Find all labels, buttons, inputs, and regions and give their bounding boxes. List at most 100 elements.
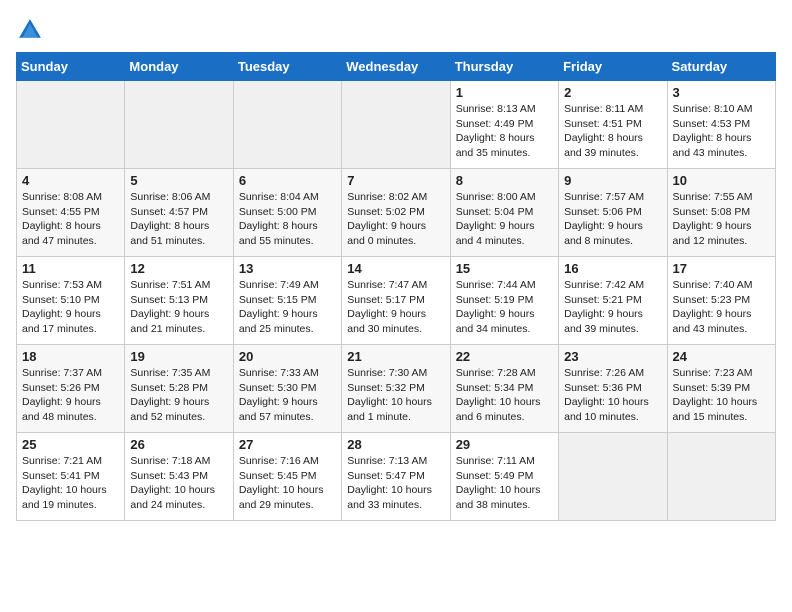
calendar-cell: 14 Sunrise: 7:47 AM Sunset: 5:17 PM Dayli… bbox=[342, 257, 450, 345]
day-number: 1 bbox=[456, 85, 553, 100]
calendar-cell: 16 Sunrise: 7:42 AM Sunset: 5:21 PM Dayli… bbox=[559, 257, 667, 345]
day-content: Sunrise: 7:37 AM Sunset: 5:26 PM Dayligh… bbox=[22, 366, 119, 425]
day-number: 16 bbox=[564, 261, 661, 276]
header-sunday: Sunday bbox=[17, 53, 125, 81]
day-content: Sunrise: 7:42 AM Sunset: 5:21 PM Dayligh… bbox=[564, 278, 661, 337]
day-content: Sunrise: 7:23 AM Sunset: 5:39 PM Dayligh… bbox=[673, 366, 770, 425]
calendar-week-row: 4 Sunrise: 8:08 AM Sunset: 4:55 PM Daylig… bbox=[17, 169, 776, 257]
day-content: Sunrise: 8:00 AM Sunset: 5:04 PM Dayligh… bbox=[456, 190, 553, 249]
header-monday: Monday bbox=[125, 53, 233, 81]
day-content: Sunrise: 8:04 AM Sunset: 5:00 PM Dayligh… bbox=[239, 190, 336, 249]
calendar-cell: 20 Sunrise: 7:33 AM Sunset: 5:30 PM Dayli… bbox=[233, 345, 341, 433]
calendar-cell: 6 Sunrise: 8:04 AM Sunset: 5:00 PM Daylig… bbox=[233, 169, 341, 257]
calendar-cell: 12Sunrise: 7:51 AM Sunset: 5:13 PM Dayli… bbox=[125, 257, 233, 345]
day-number: 14 bbox=[347, 261, 444, 276]
calendar-cell: 22 Sunrise: 7:28 AM Sunset: 5:34 PM Dayli… bbox=[450, 345, 558, 433]
calendar-cell bbox=[667, 433, 775, 521]
day-number: 11 bbox=[22, 261, 119, 276]
calendar-cell: 29 Sunrise: 7:11 AM Sunset: 5:49 PM Dayli… bbox=[450, 433, 558, 521]
day-content: Sunrise: 7:53 AM Sunset: 5:10 PM Dayligh… bbox=[22, 278, 119, 337]
day-number: 9 bbox=[564, 173, 661, 188]
day-number: 27 bbox=[239, 437, 336, 452]
day-content: Sunrise: 8:10 AM Sunset: 4:53 PM Dayligh… bbox=[673, 102, 770, 161]
calendar-cell bbox=[233, 81, 341, 169]
header-saturday: Saturday bbox=[667, 53, 775, 81]
day-number: 15 bbox=[456, 261, 553, 276]
day-content: Sunrise: 8:13 AM Sunset: 4:49 PM Dayligh… bbox=[456, 102, 553, 161]
calendar-cell: 10 Sunrise: 7:55 AM Sunset: 5:08 PM Dayli… bbox=[667, 169, 775, 257]
calendar-cell: 15 Sunrise: 7:44 AM Sunset: 5:19 PM Dayli… bbox=[450, 257, 558, 345]
day-content: Sunrise: 7:16 AM Sunset: 5:45 PM Dayligh… bbox=[239, 454, 336, 513]
header-friday: Friday bbox=[559, 53, 667, 81]
day-content: Sunrise: 7:57 AM Sunset: 5:06 PM Dayligh… bbox=[564, 190, 661, 249]
calendar-cell: 9 Sunrise: 7:57 AM Sunset: 5:06 PM Daylig… bbox=[559, 169, 667, 257]
day-content: Sunrise: 7:40 AM Sunset: 5:23 PM Dayligh… bbox=[673, 278, 770, 337]
day-content: Sunrise: 8:08 AM Sunset: 4:55 PM Dayligh… bbox=[22, 190, 119, 249]
day-number: 22 bbox=[456, 349, 553, 364]
calendar-table: SundayMondayTuesdayWednesdayThursdayFrid… bbox=[16, 52, 776, 521]
day-number: 24 bbox=[673, 349, 770, 364]
day-number: 18 bbox=[22, 349, 119, 364]
day-number: 23 bbox=[564, 349, 661, 364]
calendar-cell: 28Sunrise: 7:13 AM Sunset: 5:47 PM Dayli… bbox=[342, 433, 450, 521]
calendar-cell: 23 Sunrise: 7:26 AM Sunset: 5:36 PM Dayli… bbox=[559, 345, 667, 433]
calendar-cell bbox=[17, 81, 125, 169]
day-content: Sunrise: 8:02 AM Sunset: 5:02 PM Dayligh… bbox=[347, 190, 444, 249]
header-wednesday: Wednesday bbox=[342, 53, 450, 81]
calendar-cell: 4 Sunrise: 8:08 AM Sunset: 4:55 PM Daylig… bbox=[17, 169, 125, 257]
calendar-week-row: 11 Sunrise: 7:53 AM Sunset: 5:10 PM Dayli… bbox=[17, 257, 776, 345]
day-number: 21 bbox=[347, 349, 444, 364]
day-number: 29 bbox=[456, 437, 553, 452]
day-number: 13 bbox=[239, 261, 336, 276]
day-number: 2 bbox=[564, 85, 661, 100]
calendar-cell bbox=[559, 433, 667, 521]
calendar-cell: 27 Sunrise: 7:16 AM Sunset: 5:45 PM Dayli… bbox=[233, 433, 341, 521]
day-number: 20 bbox=[239, 349, 336, 364]
day-number: 17 bbox=[673, 261, 770, 276]
day-content: Sunrise: 7:44 AM Sunset: 5:19 PM Dayligh… bbox=[456, 278, 553, 337]
day-number: 10 bbox=[673, 173, 770, 188]
calendar-cell: 18 Sunrise: 7:37 AM Sunset: 5:26 PM Dayli… bbox=[17, 345, 125, 433]
day-content: Sunrise: 8:06 AM Sunset: 4:57 PM Dayligh… bbox=[130, 190, 227, 249]
header-tuesday: Tuesday bbox=[233, 53, 341, 81]
day-number: 8 bbox=[456, 173, 553, 188]
calendar-week-row: 1 Sunrise: 8:13 AM Sunset: 4:49 PM Daylig… bbox=[17, 81, 776, 169]
calendar-header-row: SundayMondayTuesdayWednesdayThursdayFrid… bbox=[17, 53, 776, 81]
day-number: 25 bbox=[22, 437, 119, 452]
calendar-cell bbox=[125, 81, 233, 169]
day-content: Sunrise: 7:55 AM Sunset: 5:08 PM Dayligh… bbox=[673, 190, 770, 249]
calendar-cell bbox=[342, 81, 450, 169]
calendar-cell: 25 Sunrise: 7:21 AM Sunset: 5:41 PM Dayli… bbox=[17, 433, 125, 521]
calendar-cell: 11 Sunrise: 7:53 AM Sunset: 5:10 PM Dayli… bbox=[17, 257, 125, 345]
page-header bbox=[16, 16, 776, 44]
day-number: 26 bbox=[130, 437, 227, 452]
day-content: Sunrise: 7:47 AM Sunset: 5:17 PM Dayligh… bbox=[347, 278, 444, 337]
calendar-cell: 8 Sunrise: 8:00 AM Sunset: 5:04 PM Daylig… bbox=[450, 169, 558, 257]
calendar-cell: 26Sunrise: 7:18 AM Sunset: 5:43 PM Dayli… bbox=[125, 433, 233, 521]
calendar-cell: 19Sunrise: 7:35 AM Sunset: 5:28 PM Dayli… bbox=[125, 345, 233, 433]
day-number: 6 bbox=[239, 173, 336, 188]
logo-icon bbox=[16, 16, 44, 44]
day-content: Sunrise: 7:33 AM Sunset: 5:30 PM Dayligh… bbox=[239, 366, 336, 425]
day-number: 12 bbox=[130, 261, 227, 276]
logo bbox=[16, 16, 48, 44]
day-content: Sunrise: 7:30 AM Sunset: 5:32 PM Dayligh… bbox=[347, 366, 444, 425]
calendar-cell: 13 Sunrise: 7:49 AM Sunset: 5:15 PM Dayli… bbox=[233, 257, 341, 345]
calendar-cell: 2Sunrise: 8:11 AM Sunset: 4:51 PM Daylig… bbox=[559, 81, 667, 169]
calendar-week-row: 18 Sunrise: 7:37 AM Sunset: 5:26 PM Dayli… bbox=[17, 345, 776, 433]
day-content: Sunrise: 7:49 AM Sunset: 5:15 PM Dayligh… bbox=[239, 278, 336, 337]
header-thursday: Thursday bbox=[450, 53, 558, 81]
day-content: Sunrise: 7:21 AM Sunset: 5:41 PM Dayligh… bbox=[22, 454, 119, 513]
day-content: Sunrise: 7:26 AM Sunset: 5:36 PM Dayligh… bbox=[564, 366, 661, 425]
calendar-cell: 7 Sunrise: 8:02 AM Sunset: 5:02 PM Daylig… bbox=[342, 169, 450, 257]
day-number: 7 bbox=[347, 173, 444, 188]
day-number: 5 bbox=[130, 173, 227, 188]
day-number: 19 bbox=[130, 349, 227, 364]
day-number: 3 bbox=[673, 85, 770, 100]
day-content: Sunrise: 7:11 AM Sunset: 5:49 PM Dayligh… bbox=[456, 454, 553, 513]
day-content: Sunrise: 7:28 AM Sunset: 5:34 PM Dayligh… bbox=[456, 366, 553, 425]
calendar-cell: 3 Sunrise: 8:10 AM Sunset: 4:53 PM Daylig… bbox=[667, 81, 775, 169]
day-content: Sunrise: 7:13 AM Sunset: 5:47 PM Dayligh… bbox=[347, 454, 444, 513]
day-number: 4 bbox=[22, 173, 119, 188]
calendar-cell: 5 Sunrise: 8:06 AM Sunset: 4:57 PM Daylig… bbox=[125, 169, 233, 257]
